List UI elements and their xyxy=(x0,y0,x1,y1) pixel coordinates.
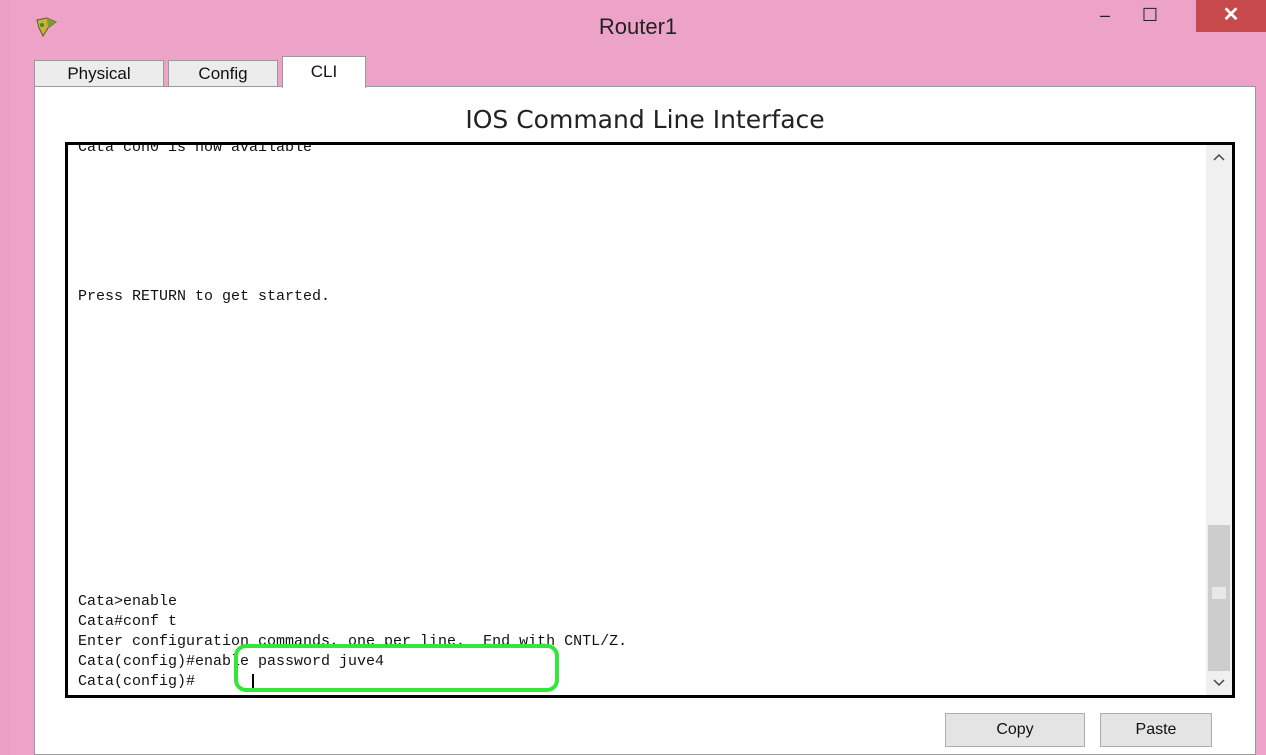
tab-config[interactable]: Config xyxy=(168,60,278,86)
panel-title: IOS Command Line Interface xyxy=(465,105,825,134)
cli-panel: IOS Command Line Interface Cata con0 is … xyxy=(34,86,1256,755)
terminal-line: Press RETURN to get started. xyxy=(78,288,331,305)
terminal-line: Enter configuration commands, one per li… xyxy=(78,633,628,650)
terminal-line: Cata(config)#enable password juve4 xyxy=(78,653,385,670)
copy-button[interactable]: Copy xyxy=(945,713,1085,747)
maximize-button[interactable]: ☐ xyxy=(1130,0,1170,32)
terminal-output: Cata con0 is now available Press RETURN … xyxy=(78,142,1198,695)
terminal-line: Cata>enable xyxy=(78,593,178,610)
scroll-thumb[interactable] xyxy=(1208,525,1230,671)
terminal-line: Cata#conf t xyxy=(78,613,178,630)
minimize-button[interactable]: – xyxy=(1085,0,1125,32)
terminal-line: Cata(config)# xyxy=(78,673,196,690)
title-bar[interactable]: Router1 – ☐ ✕ xyxy=(10,0,1266,58)
tab-cli[interactable]: CLI xyxy=(282,56,366,88)
scroll-grip xyxy=(1212,587,1226,599)
paste-button[interactable]: Paste xyxy=(1100,713,1212,747)
window-title: Router1 xyxy=(598,14,678,39)
terminal-line: Cata con0 is now available xyxy=(78,142,313,156)
tab-physical[interactable]: Physical xyxy=(34,60,164,86)
text-cursor xyxy=(252,674,254,690)
vertical-scrollbar[interactable] xyxy=(1206,145,1232,695)
router-window: Router1 – ☐ ✕ Physical Config CLI IOS Co… xyxy=(0,0,1266,755)
close-button[interactable]: ✕ xyxy=(1196,0,1266,32)
tab-bar: Physical Config CLI xyxy=(34,56,1266,88)
cli-terminal[interactable]: Cata con0 is now available Press RETURN … xyxy=(65,142,1235,698)
chevron-up-icon[interactable] xyxy=(1206,145,1232,169)
chevron-down-icon[interactable] xyxy=(1206,671,1232,695)
